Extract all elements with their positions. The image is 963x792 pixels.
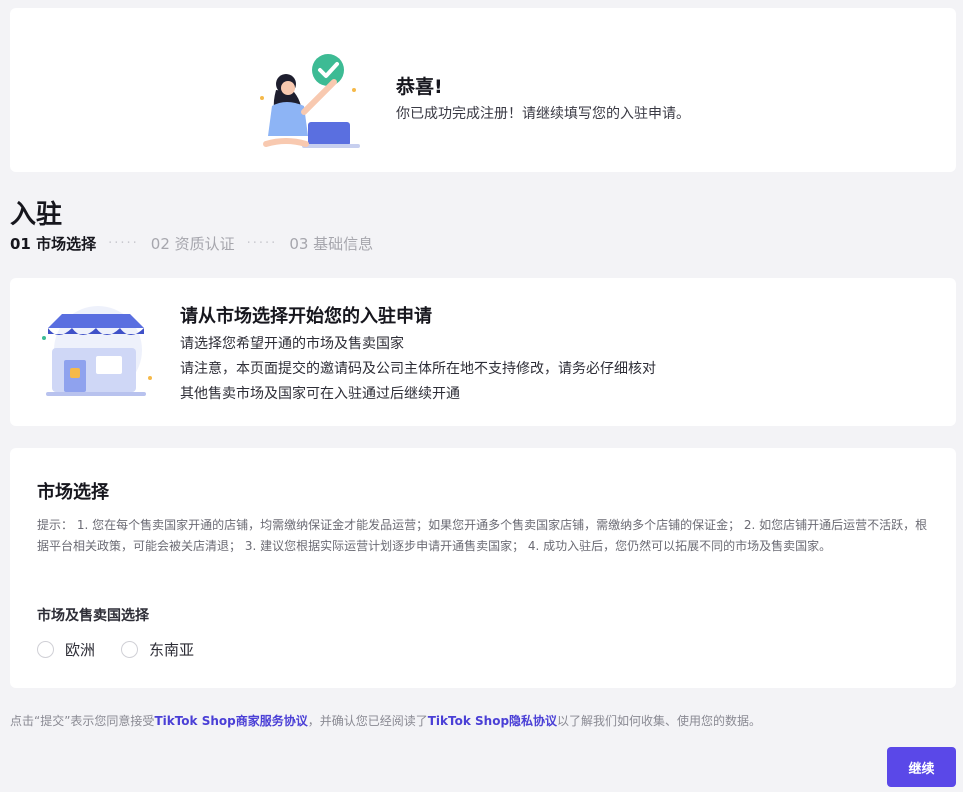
radio-button[interactable] <box>121 641 139 658</box>
radio-button[interactable] <box>37 641 54 658</box>
info-line-2: 请注意，本页面提交的邀请码及公司主体所在地不支持修改，请务必仔细核对 <box>180 361 656 377</box>
info-line-1: 请选择您希望开通的市场及售卖国家 <box>180 336 404 352</box>
step-basic-info: 03 基础信息 <box>289 235 374 253</box>
storefront-illustration <box>42 306 152 396</box>
market-section-title: 市场选择 <box>37 482 109 503</box>
agreement-prefix: 点击“提交”表示您同意接受 <box>10 714 155 728</box>
info-line-3: 其他售卖市场及国家可在入驻通过后继续开通 <box>180 386 460 402</box>
market-country-label: 市场及售卖国选择 <box>37 608 149 624</box>
page-title: 入驻 <box>10 200 63 230</box>
market-tips: 提示： 1. 您在每个售卖国家开通的店铺，均需缴纳保证金才能发品运营；如果您开通… <box>37 518 928 553</box>
congrats-message: 你已成功完成注册！请继续填写您的入驻申请。 <box>396 106 690 122</box>
success-illustration <box>260 54 360 148</box>
info-card: 请从市场选择开始您的入驻申请 请选择您希望开通的市场及售卖国家 请注意，本页面提… <box>10 278 956 426</box>
radio-label-europe: 欧洲 <box>65 641 96 659</box>
agreement-middle: ，并确认您已经阅读了 <box>307 714 428 728</box>
step-market-selection: 01 市场选择 <box>10 235 97 253</box>
market-selection-card: 市场选择 提示： 1. 您在每个售卖国家开通的店铺，均需缴纳保证金才能发品运营；… <box>10 448 956 688</box>
step-qualification: 02 资质认证 <box>150 235 235 253</box>
privacy-agreement-link[interactable]: TikTok Shop隐私协议 <box>428 714 557 728</box>
step-indicator: 01 市场选择 ····· 02 资质认证 ····· 03 基础信息 <box>10 233 373 254</box>
congrats-card: 恭喜! 你已成功完成注册！请继续填写您的入驻申请。 <box>10 8 956 172</box>
radio-option-southeast-asia[interactable]: 东南亚 <box>121 639 194 660</box>
step-separator: ····· <box>108 236 139 251</box>
agreement-text: 点击“提交”表示您同意接受TikTok Shop商家服务协议，并确认您已经阅读了… <box>10 712 761 729</box>
congrats-title: 恭喜! <box>396 76 443 98</box>
info-title: 请从市场选择开始您的入驻申请 <box>180 306 432 327</box>
continue-button[interactable]: 继续 <box>887 747 956 787</box>
step-separator: ····· <box>246 236 278 251</box>
market-radio-group: 欧洲 东南亚 <box>37 639 220 660</box>
merchant-agreement-link[interactable]: TikTok Shop商家服务协议 <box>154 714 307 728</box>
radio-option-europe[interactable]: 欧洲 <box>37 639 95 660</box>
agreement-suffix: 以了解我们如何收集、使用您的数据。 <box>557 714 762 728</box>
radio-label-southeast-asia: 东南亚 <box>149 641 195 659</box>
